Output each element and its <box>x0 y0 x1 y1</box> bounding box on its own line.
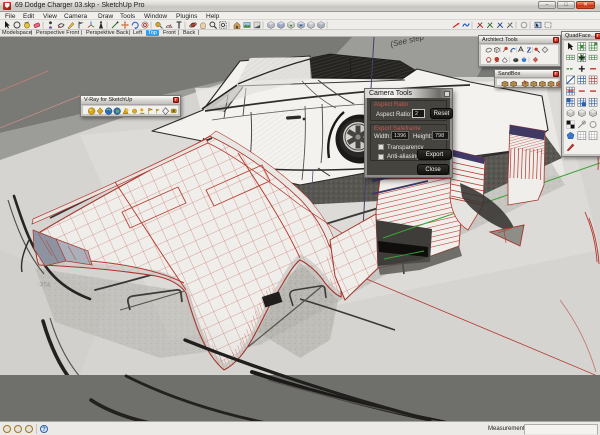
svg-text:Z: Z <box>527 46 532 55</box>
svg-text::3TA: :3TA <box>38 282 51 289</box>
